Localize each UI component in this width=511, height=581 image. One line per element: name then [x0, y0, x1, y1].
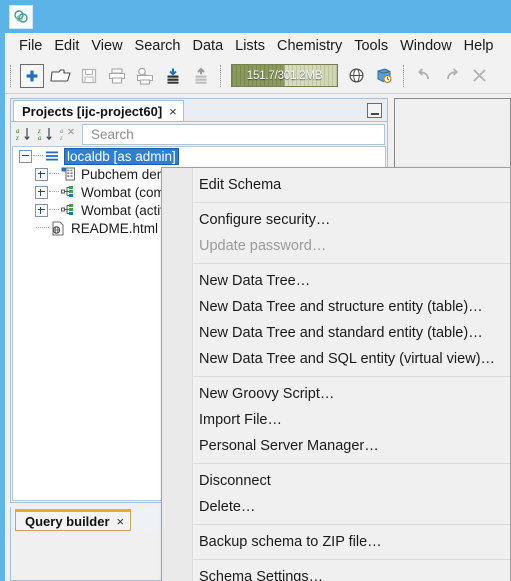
menu-item-new-data-tree-standard-entity[interactable]: New Data Tree and standard entity (table…: [162, 320, 510, 346]
svg-text:z: z: [15, 134, 19, 142]
menu-item-update-password: Update password…: [199, 238, 327, 254]
svg-text:z: z: [59, 134, 63, 142]
tree-connector: [33, 155, 43, 157]
grid-entity-icon: [60, 166, 76, 182]
expand-icon[interactable]: [35, 203, 48, 217]
context-menu-separator: [193, 202, 510, 203]
menu-view[interactable]: View: [85, 36, 128, 56]
tree-connector: [36, 227, 49, 229]
tab-query-builder[interactable]: Query builder ×: [15, 509, 132, 531]
context-menu-separator: [193, 463, 510, 464]
database-clock-icon[interactable]: [370, 62, 398, 90]
tab-projects-label: Projects [ijc-project60]: [22, 103, 163, 119]
svg-text:a: a: [38, 134, 42, 142]
menu-item-new-data-tree[interactable]: New Data Tree…: [162, 268, 510, 294]
menu-item-personal-server-manager[interactable]: Personal Server Manager…: [162, 433, 510, 459]
print-icon[interactable]: [103, 62, 131, 90]
menu-chemistry[interactable]: Chemistry: [271, 36, 348, 56]
save-icon[interactable]: [75, 62, 103, 90]
tree-item-localdb[interactable]: localdb [as admin]: [13, 147, 385, 165]
menu-help[interactable]: Help: [458, 36, 500, 56]
memory-gauge[interactable]: 151.7/301.2MB: [231, 64, 338, 87]
tree-item-wombat-activities-label: Wombat (activi: [81, 202, 171, 218]
toolbar-separator: [10, 64, 12, 87]
menu-item-edit-schema[interactable]: Edit Schema: [162, 172, 510, 198]
menu-window[interactable]: Window: [394, 36, 458, 56]
structure-entity-icon: [60, 202, 76, 218]
cut-icon: [466, 62, 494, 90]
context-menu-separator: [193, 559, 510, 560]
context-menu-separator: [193, 524, 510, 525]
menu-item-import-file[interactable]: Import File…: [162, 407, 510, 433]
menu-lists[interactable]: Lists: [229, 36, 271, 56]
toolbar-separator-3: [403, 64, 405, 87]
expand-icon[interactable]: [35, 167, 48, 181]
application-window: File Edit View Search Data Lists Chemist…: [0, 0, 511, 581]
tab-query-builder-label: Query builder: [25, 513, 110, 529]
tab-projects-close-icon[interactable]: ×: [169, 105, 177, 118]
menu-item-schema-settings[interactable]: Schema Settings…: [162, 564, 510, 581]
context-menu-separator: [193, 263, 510, 264]
undo-icon: [410, 62, 438, 90]
projects-search-row: a z z a a z Search: [11, 122, 387, 146]
title-bar: [0, 0, 511, 33]
app-logo-icon: [9, 5, 33, 29]
menu-item-disconnect[interactable]: Disconnect: [162, 468, 510, 494]
menu-item-backup-schema-zip[interactable]: Backup schema to ZIP file…: [162, 529, 510, 555]
minimize-window-button[interactable]: [367, 103, 382, 118]
menu-edit[interactable]: Edit: [48, 36, 85, 56]
main-toolbar: 151.7/301.2MB: [5, 58, 511, 94]
collapse-icon[interactable]: [19, 149, 32, 163]
new-icon[interactable]: [20, 63, 44, 88]
sort-ascending-icon[interactable]: a z: [13, 124, 35, 144]
print-preview-icon[interactable]: [131, 62, 159, 90]
tree-item-readme-label: README.html: [71, 220, 159, 236]
open-folder-icon[interactable]: [47, 62, 75, 90]
menu-item-new-data-tree-structure-entity[interactable]: New Data Tree and structure entity (tabl…: [162, 294, 510, 320]
context-menu-list: Edit Schema Configure security… Update p…: [162, 168, 510, 581]
redo-icon: [438, 62, 466, 90]
memory-gauge-label: 151.7/301.2MB: [246, 69, 323, 82]
tree-item-wombat-compounds-label: Wombat (comp: [81, 184, 173, 200]
menu-file[interactable]: File: [13, 36, 48, 56]
menu-tools[interactable]: Tools: [348, 36, 394, 56]
tab-query-builder-close-icon[interactable]: ×: [117, 515, 125, 528]
toolbar-separator-2: [220, 64, 222, 87]
tree-connector: [49, 209, 59, 211]
menu-item-configure-security[interactable]: Configure security…: [162, 207, 510, 233]
menu-search[interactable]: Search: [129, 36, 187, 56]
sort-descending-icon[interactable]: z a: [35, 124, 57, 144]
menu-bar: File Edit View Search Data Lists Chemist…: [5, 33, 511, 58]
tab-projects[interactable]: Projects [ijc-project60] ×: [13, 100, 184, 121]
menu-item-new-data-tree-sql-entity[interactable]: New Data Tree and SQL entity (virtual vi…: [162, 346, 510, 372]
import-icon[interactable]: [159, 62, 187, 90]
menu-item-delete[interactable]: Delete…: [162, 494, 510, 520]
schema-context-menu: Edit Schema Configure security… Update p…: [161, 167, 511, 581]
expand-icon[interactable]: [35, 185, 48, 199]
search-input-placeholder: Search: [91, 126, 134, 142]
context-menu-separator: [193, 376, 510, 377]
export-icon[interactable]: [187, 62, 215, 90]
tree-item-localdb-label: localdb [as admin]: [64, 147, 179, 165]
globe-icon[interactable]: [342, 62, 370, 90]
tree-connector: [49, 191, 59, 193]
structure-entity-icon: [60, 184, 76, 200]
html-file-icon: [50, 220, 66, 236]
tree-connector: [49, 173, 59, 175]
search-input[interactable]: Search: [82, 123, 385, 145]
menu-item-new-groovy-script[interactable]: New Groovy Script…: [162, 381, 510, 407]
menu-data[interactable]: Data: [187, 36, 230, 56]
projects-tab-row: Projects [ijc-project60] ×: [11, 99, 387, 122]
database-schema-icon: [44, 148, 60, 164]
clear-sort-icon[interactable]: a z: [57, 124, 79, 144]
